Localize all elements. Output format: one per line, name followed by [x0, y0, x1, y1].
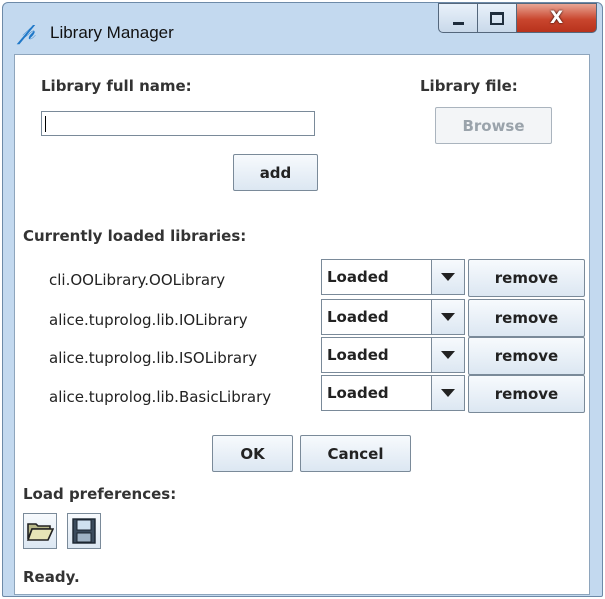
title-bar[interactable]: 𝓅 Library Manager X	[3, 3, 602, 55]
library-status-select[interactable]: Loaded	[321, 259, 465, 295]
floppy-disk-icon	[72, 518, 96, 544]
browse-button[interactable]: Browse	[435, 107, 552, 144]
library-status-select[interactable]: Loaded	[321, 375, 465, 411]
remove-library-button[interactable]: remove	[468, 337, 585, 375]
library-name: alice.tuprolog.lib.BasicLibrary	[49, 388, 272, 406]
ok-button[interactable]: OK	[212, 435, 293, 472]
library-file-label: Library file:	[420, 77, 518, 95]
library-status-value: Loaded	[327, 384, 389, 402]
library-name: cli.OOLibrary.OOLibrary	[49, 271, 226, 289]
loaded-libraries-label: Currently loaded libraries:	[23, 227, 247, 245]
text-caret	[45, 116, 46, 132]
chevron-down-icon	[431, 338, 464, 372]
minimize-icon	[452, 21, 464, 25]
cancel-button[interactable]: Cancel	[300, 435, 411, 472]
chevron-down-icon	[431, 300, 464, 334]
library-status-select[interactable]: Loaded	[321, 337, 465, 373]
window-title: Library Manager	[50, 23, 174, 42]
chevron-down-icon	[431, 376, 464, 410]
library-full-name-label: Library full name:	[41, 77, 192, 95]
load-preferences-label: Load preferences:	[23, 485, 177, 503]
chevron-down-icon	[431, 260, 464, 294]
add-button[interactable]: add	[233, 154, 318, 191]
close-icon: X	[549, 8, 564, 28]
remove-library-button[interactable]: remove	[468, 299, 585, 337]
library-status-select[interactable]: Loaded	[321, 299, 465, 335]
minimize-button[interactable]	[438, 3, 478, 33]
tuprolog-icon: 𝓅	[18, 17, 36, 45]
library-full-name-input[interactable]	[41, 111, 315, 136]
remove-library-button[interactable]: remove	[468, 375, 585, 413]
maximize-button[interactable]	[477, 3, 517, 33]
close-button[interactable]: X	[516, 3, 597, 33]
library-name: alice.tuprolog.lib.IOLibrary	[49, 311, 248, 329]
open-folder-icon	[26, 523, 54, 541]
library-name: alice.tuprolog.lib.ISOLibrary	[49, 349, 258, 367]
library-status-value: Loaded	[327, 308, 389, 326]
open-preferences-button[interactable]	[23, 513, 57, 549]
remove-library-button[interactable]: remove	[468, 259, 585, 297]
library-status-value: Loaded	[327, 268, 389, 286]
library-status-value: Loaded	[327, 346, 389, 364]
dialog-content: Library full name: Library file: Browse …	[14, 54, 590, 595]
status-bar: Ready.	[23, 568, 80, 586]
save-preferences-button[interactable]	[67, 513, 101, 549]
maximize-icon	[490, 11, 504, 25]
